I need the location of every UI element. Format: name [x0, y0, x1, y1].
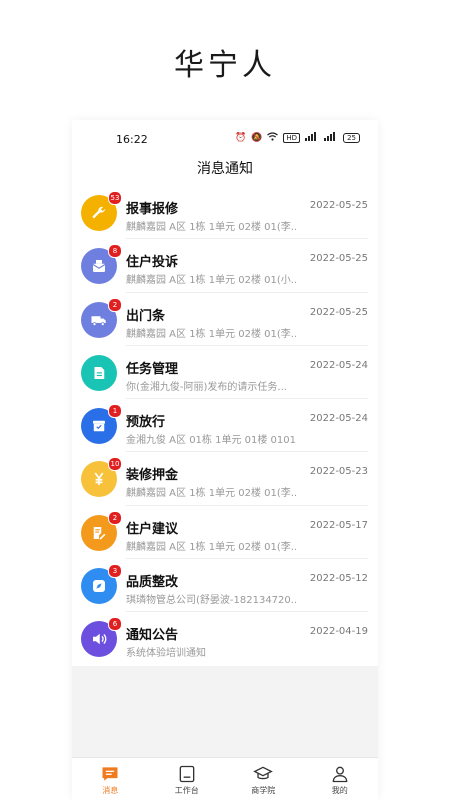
- message-date: 2022-05-24: [309, 359, 368, 371]
- message-preview: 麒麟嘉园 A区 1栋 1单元 02楼 01(李...: [126, 328, 296, 340]
- message-title: 任务管理: [126, 361, 179, 377]
- user-icon: [332, 766, 348, 783]
- message-row-repair[interactable]: 53 报事报修 2022-05-25 麒麟嘉园 A区 1栋 1单元 02楼 01…: [72, 186, 378, 240]
- app-title: 华宁人: [174, 48, 276, 83]
- message-date: 2022-05-23: [309, 466, 368, 478]
- tab-messages[interactable]: 消息: [72, 758, 149, 800]
- tab-label: 我的: [331, 786, 348, 795]
- workbench-icon: [179, 765, 195, 783]
- signal-icon-2: [324, 132, 338, 144]
- message-date: 2022-05-17: [309, 519, 368, 531]
- signal-icon: [305, 132, 319, 144]
- tab-label: 消息: [102, 786, 119, 795]
- message-preview: 麒麟嘉园 A区 1栋 1单元 02楼 01(李...: [126, 488, 296, 500]
- message-preview: 琪璘物管总公司(舒晏波-182134720...: [126, 595, 296, 607]
- message-row-quality[interactable]: 3 品质整改 2022-05-12 琪璘物管总公司(舒晏波-182134720.…: [72, 559, 378, 613]
- status-bar: 16:22 ⏰ 🔕 HD 25: [72, 120, 378, 158]
- unread-badge: 6: [108, 617, 122, 632]
- mute-icon: 🔕: [251, 133, 263, 143]
- message-title: 出门条: [126, 308, 166, 324]
- unread-badge: 3: [108, 564, 122, 579]
- message-date: 2022-05-24: [309, 413, 368, 425]
- message-title: 预放行: [126, 415, 166, 431]
- status-icons: ⏰ 🔕 HD 25: [235, 132, 360, 144]
- unread-badge: 8: [108, 244, 122, 259]
- bottom-tab-bar: 消息 工作台 商学院 我的: [72, 757, 378, 800]
- message-date: 2022-04-19: [309, 626, 368, 638]
- wifi-icon: [267, 132, 279, 144]
- message-preview: 麒麟嘉园 A区 1栋 1单元 02楼 01(李...: [126, 222, 296, 233]
- graduation-cap-icon: [253, 766, 274, 780]
- unread-badge: 2: [108, 510, 122, 525]
- page-title: 消息通知: [72, 158, 378, 186]
- message-row-complaint[interactable]: 8 住户投诉 2022-05-25 麒麟嘉园 A区 1栋 1单元 02楼 01(…: [72, 239, 378, 293]
- message-row-notice[interactable]: 6 通知公告 2022-04-19 系统体验培训通知: [72, 612, 378, 665]
- message-preview: 麒麟嘉园 A区 1栋 1单元 02楼 01(李...: [126, 541, 296, 553]
- message-preview: 你(金湘九俊-阿丽)发布的请示任务...: [126, 381, 287, 393]
- message-title: 装修押金: [126, 468, 179, 484]
- tab-academy[interactable]: 商学院: [225, 758, 302, 800]
- message-row-task[interactable]: 任务管理 2022-05-24 你(金湘九俊-阿丽)发布的请示任务...: [72, 346, 378, 400]
- message-title: 品质整改: [126, 575, 179, 591]
- message-title: 通知公告: [126, 628, 179, 644]
- message-row-pre-release[interactable]: 1 预放行 2022-05-24 金湘九俊 A区 01栋 1单元 01楼 010…: [72, 399, 378, 453]
- tab-profile[interactable]: 我的: [302, 758, 379, 800]
- unread-badge: 2: [108, 297, 122, 312]
- message-date: 2022-05-25: [309, 200, 368, 211]
- message-date: 2022-05-12: [309, 573, 368, 585]
- message-row-deposit[interactable]: 10 装修押金 2022-05-23 麒麟嘉园 A区 1栋 1单元 02楼 01…: [72, 452, 378, 507]
- message-list: 53 报事报修 2022-05-25 麒麟嘉园 A区 1栋 1单元 02楼 01…: [72, 186, 378, 666]
- tab-label: 工作台: [174, 786, 199, 795]
- network-label: HD: [283, 133, 301, 143]
- message-title: 住户建议: [126, 521, 179, 537]
- status-time: 16:22: [116, 133, 148, 146]
- tab-workbench[interactable]: 工作台: [149, 758, 226, 800]
- message-title: 住户投诉: [126, 255, 179, 271]
- unread-badge: 53: [108, 191, 122, 205]
- message-row-exit-pass[interactable]: 2 出门条 2022-05-25 麒麟嘉园 A区 1栋 1单元 02楼 01(李…: [72, 293, 378, 347]
- unread-badge: 1: [108, 404, 122, 419]
- message-preview: 麒麟嘉园 A区 1栋 1单元 02楼 01(小...: [126, 275, 296, 287]
- tab-label: 商学院: [251, 786, 276, 795]
- document-icon: [81, 354, 117, 391]
- message-title: 报事报修: [126, 202, 179, 217]
- message-preview: 系统体验培训通知: [126, 648, 206, 660]
- message-preview: 金湘九俊 A区 01栋 1单元 01楼 0101(...: [126, 435, 296, 447]
- unread-badge: 10: [108, 457, 122, 472]
- alarm-icon: ⏰: [234, 133, 247, 143]
- message-icon: [102, 767, 118, 781]
- phone-screen: 16:22 ⏰ 🔕 HD 25 消息通知 53 报事报修 2022-05-25: [72, 120, 378, 800]
- message-date: 2022-05-25: [309, 253, 368, 265]
- battery-icon: 25: [343, 133, 360, 143]
- message-row-suggestion[interactable]: 2 住户建议 2022-05-17 麒麟嘉园 A区 1栋 1单元 02楼 01(…: [72, 506, 378, 560]
- message-date: 2022-05-25: [309, 306, 368, 318]
